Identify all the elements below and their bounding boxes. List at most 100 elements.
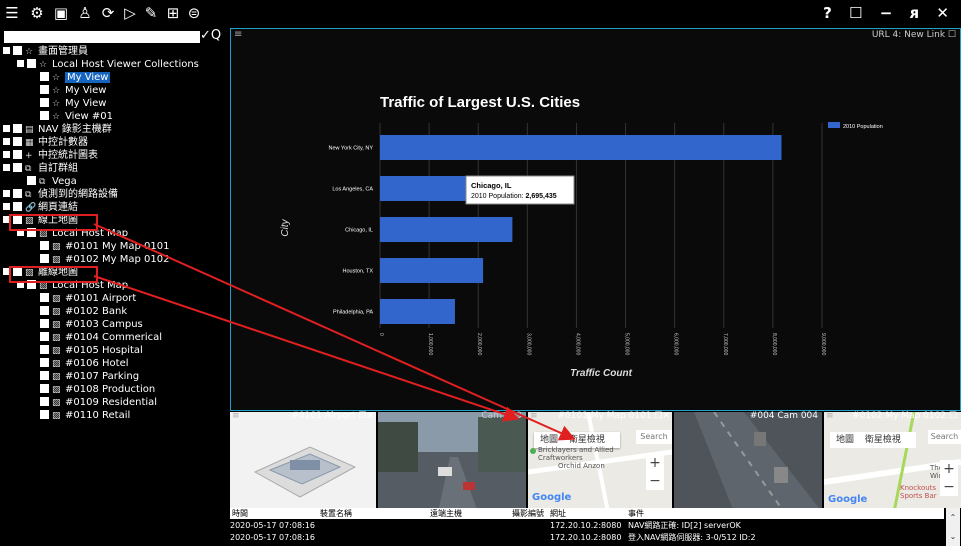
expand-toggle-icon[interactable] bbox=[3, 125, 10, 132]
tree-search-input[interactable] bbox=[4, 31, 200, 43]
node-checkbox[interactable] bbox=[40, 254, 49, 263]
tree-node[interactable]: ⧉ 偵測到的網路設備 bbox=[3, 188, 118, 201]
log-header-address[interactable]: 網址 bbox=[550, 508, 566, 519]
log-header-event[interactable]: 事件 bbox=[628, 508, 644, 519]
tree-node[interactable]: ▨ #0101 My Map 0101 bbox=[30, 240, 169, 253]
tile-menu-icon[interactable]: ≡ bbox=[232, 410, 240, 422]
database-icon[interactable]: ⊜ bbox=[186, 5, 202, 21]
map-tab[interactable]: 地圖 bbox=[540, 435, 558, 445]
node-checkbox[interactable] bbox=[13, 137, 22, 146]
screen-icon[interactable]: ▣ bbox=[53, 5, 69, 21]
node-checkbox[interactable] bbox=[40, 332, 49, 341]
expand-toggle-icon[interactable] bbox=[3, 151, 10, 158]
tree-node[interactable]: ▦ 中控計數器 bbox=[3, 136, 88, 149]
satellite-tab-2[interactable]: 衛星檢視 bbox=[865, 435, 901, 445]
expand-toggle-icon[interactable] bbox=[3, 164, 10, 171]
tree-node[interactable]: ☆ My View bbox=[30, 84, 106, 97]
map-search-box[interactable]: Search bbox=[636, 430, 672, 444]
search-confirm-icon[interactable]: ✓Q bbox=[200, 28, 221, 43]
help-button[interactable]: ? bbox=[823, 4, 838, 22]
node-checkbox[interactable] bbox=[13, 163, 22, 172]
node-checkbox[interactable] bbox=[40, 345, 49, 354]
node-checkbox[interactable] bbox=[40, 111, 49, 120]
node-checkbox[interactable] bbox=[40, 371, 49, 380]
tile-menu-icon[interactable]: ≡ bbox=[826, 410, 834, 422]
grid-icon[interactable]: ⊞ bbox=[165, 5, 181, 21]
window-controls[interactable]: ? ☐ − ᴙ ✕ bbox=[823, 4, 955, 22]
tree-node[interactable]: ▨ #0105 Hospital bbox=[30, 344, 143, 357]
minimize-button[interactable]: − bbox=[880, 4, 899, 22]
node-checkbox[interactable] bbox=[40, 397, 49, 406]
expand-toggle-icon[interactable] bbox=[3, 190, 10, 197]
node-checkbox[interactable] bbox=[40, 384, 49, 393]
tree-node[interactable]: ☆ View #01 bbox=[30, 110, 113, 123]
node-checkbox[interactable] bbox=[27, 59, 36, 68]
menu-icon[interactable]: ☰ bbox=[4, 5, 20, 21]
tree-node[interactable]: + 中控統計圖表 bbox=[3, 149, 98, 162]
tree-node[interactable]: ☆ 畫面管理員 bbox=[3, 45, 88, 58]
tree-node[interactable]: ▨ #0107 Parking bbox=[30, 370, 139, 383]
expand-toggle-icon[interactable] bbox=[17, 60, 24, 67]
map-search-box-2[interactable]: Search bbox=[928, 430, 961, 444]
map-zoom-control-2[interactable]: + − bbox=[940, 460, 958, 496]
play-icon[interactable]: ▷ bbox=[122, 5, 138, 21]
tree-node[interactable]: ☆ My View bbox=[30, 71, 111, 84]
node-checkbox[interactable] bbox=[40, 98, 49, 107]
map-type-switch-2[interactable]: 地圖 衛星檢視 bbox=[830, 432, 916, 448]
camera-tile-cam-004[interactable] bbox=[674, 412, 822, 512]
tree-node[interactable]: ☆ Local Host Viewer Collections bbox=[17, 58, 199, 71]
expand-toggle-icon[interactable] bbox=[3, 138, 10, 145]
user-map-icon[interactable]: ♙ bbox=[77, 5, 93, 21]
tree-node[interactable]: ⧉ Vega bbox=[17, 175, 77, 188]
tree-node[interactable]: ▨ #0102 My Map 0102 bbox=[30, 253, 169, 266]
map-edit-icon[interactable]: ✎ bbox=[143, 5, 159, 21]
map-tile-0101[interactable]: 地圖 衛星檢視 Search Bricklayers and Allied Cr… bbox=[528, 412, 672, 512]
close-button[interactable]: ✕ bbox=[936, 4, 955, 22]
node-checkbox[interactable] bbox=[40, 293, 49, 302]
map-place-label-2: Orchid Anzon bbox=[558, 462, 605, 470]
tree-node[interactable]: ▨ #0101 Airport bbox=[30, 292, 136, 305]
tree-node[interactable]: ▤ NAV 錄影主機群 bbox=[3, 123, 112, 136]
tree-node[interactable]: 🔗 網頁連結 bbox=[3, 201, 78, 214]
tree-node[interactable]: ▨ #0102 Bank bbox=[30, 305, 127, 318]
tree-node[interactable]: ▨ #0104 Commerical bbox=[30, 331, 162, 344]
settings-icon[interactable]: ⚙ bbox=[29, 5, 45, 21]
node-checkbox[interactable] bbox=[40, 241, 49, 250]
node-checkbox[interactable] bbox=[40, 319, 49, 328]
expand-toggle-icon[interactable] bbox=[3, 47, 10, 54]
log-header-time[interactable]: 時間 bbox=[232, 508, 248, 519]
tree-node[interactable]: ▨ #0103 Campus bbox=[30, 318, 143, 331]
node-checkbox[interactable] bbox=[40, 410, 49, 419]
expand-toggle-icon[interactable] bbox=[3, 203, 10, 210]
tree-node[interactable]: ▨ #0108 Production bbox=[30, 383, 155, 396]
tree-node[interactable]: ☆ My View bbox=[30, 97, 106, 110]
node-checkbox[interactable] bbox=[27, 176, 36, 185]
node-checkbox[interactable] bbox=[13, 124, 22, 133]
satellite-tab[interactable]: 衛星檢視 bbox=[569, 435, 605, 445]
log-header-camera[interactable]: 攝影編號 bbox=[512, 508, 544, 519]
map-zoom-control[interactable]: + − bbox=[646, 454, 664, 490]
tile-menu-icon[interactable]: ≡ bbox=[530, 410, 538, 422]
map-tile-0102[interactable]: 地圖 衛星檢視 Search The Wind Knockouts Sports… bbox=[824, 412, 961, 512]
node-checkbox[interactable] bbox=[13, 150, 22, 159]
tree-node[interactable]: ▨ #0109 Residential bbox=[30, 396, 157, 409]
tree-node[interactable]: ▨ #0110 Retail bbox=[30, 409, 130, 422]
log-header-host[interactable]: 遠端主機 bbox=[430, 508, 462, 519]
refresh-icon[interactable]: ⟳ bbox=[100, 5, 116, 21]
map-tab-2[interactable]: 地圖 bbox=[836, 435, 854, 445]
log-scrollbar[interactable]: ⌃ ⌄ bbox=[946, 508, 960, 546]
node-checkbox[interactable] bbox=[13, 202, 22, 211]
camera-tile-airport[interactable] bbox=[230, 412, 376, 512]
tree-node[interactable]: ⧉ 自訂群組 bbox=[3, 162, 78, 175]
node-checkbox[interactable] bbox=[40, 306, 49, 315]
restore-button[interactable]: ᴙ bbox=[910, 4, 926, 22]
tree-node[interactable]: ▨ #0106 Hotel bbox=[30, 357, 129, 370]
node-checkbox[interactable] bbox=[40, 72, 49, 81]
node-checkbox[interactable] bbox=[13, 46, 22, 55]
camera-tile-cam-003[interactable] bbox=[378, 412, 526, 512]
log-header-device[interactable]: 裝置名稱 bbox=[320, 508, 352, 519]
node-checkbox[interactable] bbox=[40, 85, 49, 94]
node-checkbox[interactable] bbox=[40, 358, 49, 367]
maximize-button[interactable]: ☐ bbox=[849, 4, 868, 22]
node-checkbox[interactable] bbox=[13, 189, 22, 198]
